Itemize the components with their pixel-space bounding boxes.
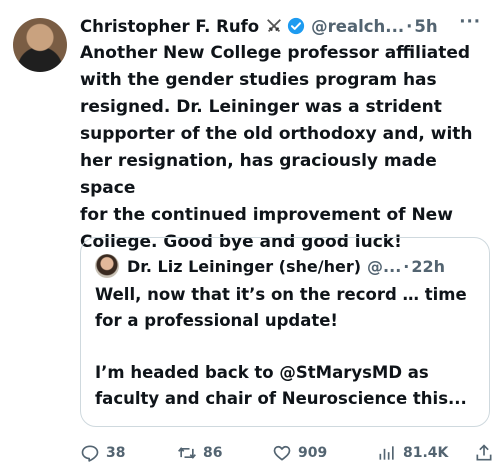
repost-button[interactable]: 86 (177, 443, 222, 463)
quoted-author-handle: @... (367, 256, 402, 276)
quoted-timestamp: 22h (411, 256, 445, 276)
crossed-swords-icon (267, 19, 282, 33)
share-button[interactable] (474, 443, 499, 463)
author-name[interactable]: Christopher F. Rufo (80, 17, 259, 36)
tweet-text: Another New College professor affiliated… (80, 43, 473, 252)
quoted-tweet-header: Dr. Liz Leininger (she/her) @... · 22h (95, 254, 479, 278)
header-separator: · (406, 16, 413, 36)
more-options-icon[interactable]: ··· (459, 12, 481, 31)
like-icon (273, 445, 291, 461)
tweet-timestamp[interactable]: 5h (414, 17, 437, 36)
tweet-header: Christopher F. Rufo @realch... · 5h ··· (80, 12, 489, 38)
quoted-tweet-text: Well, now that it’s on the record … time… (95, 285, 467, 408)
reply-button[interactable]: 38 (80, 443, 125, 463)
views-button[interactable]: 81.4K (377, 443, 448, 463)
tweet-actions-bar: 38 86 909 81.4K (80, 441, 495, 465)
reply-count: 38 (106, 445, 126, 461)
repost-count: 86 (203, 445, 223, 461)
reply-icon (81, 445, 99, 462)
views-count: 81.4K (403, 445, 449, 461)
like-button[interactable]: 909 (272, 443, 327, 463)
share-icon (476, 444, 492, 461)
quoted-tweet[interactable]: Dr. Liz Leininger (she/her) @... · 22h W… (80, 237, 490, 427)
verified-badge-icon (288, 17, 305, 35)
views-icon (379, 446, 394, 460)
quoted-header-separator: · (403, 256, 410, 276)
quoted-author-name: Dr. Liz Leininger (she/her) (127, 256, 362, 276)
author-avatar[interactable] (13, 18, 67, 72)
quoted-author-avatar (95, 254, 119, 278)
like-count: 909 (298, 445, 328, 461)
repost-icon (178, 447, 196, 459)
author-handle[interactable]: @realch... (311, 17, 404, 36)
